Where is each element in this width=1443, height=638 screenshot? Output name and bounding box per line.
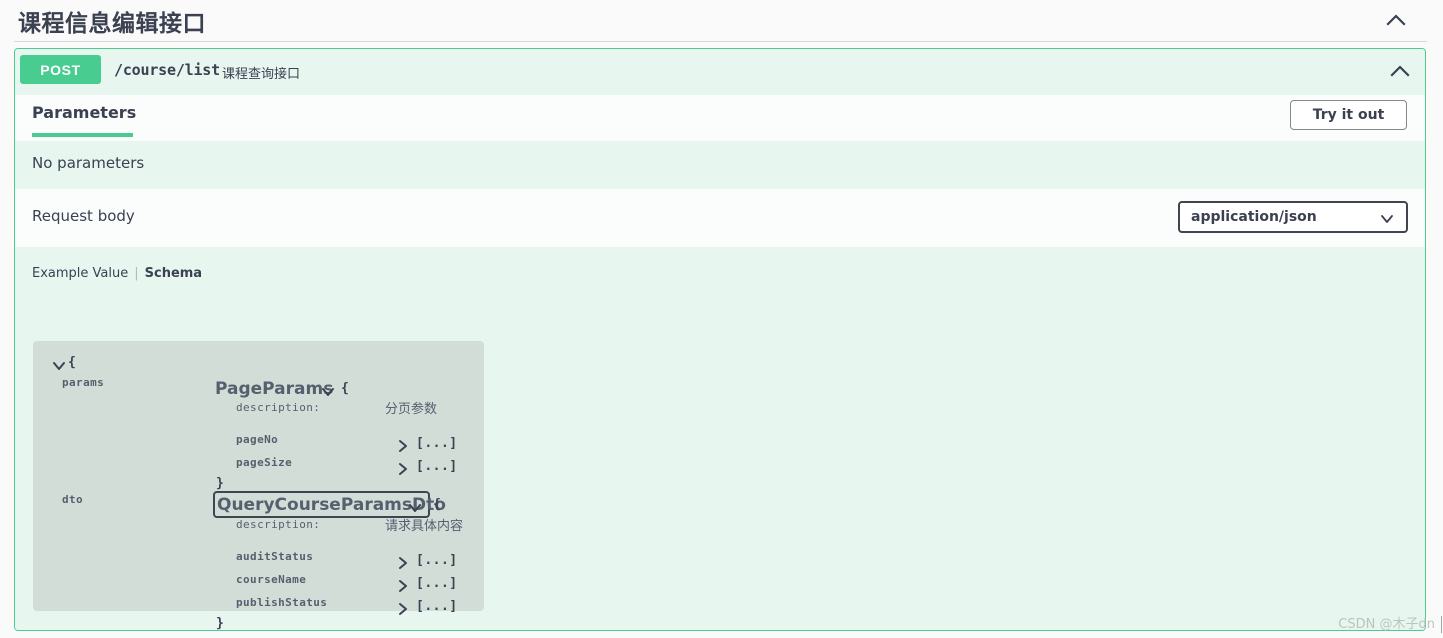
field-name-publishstatus: publishStatus	[236, 596, 328, 609]
request-body-row: Request body application/json	[15, 189, 1425, 247]
field-name-pagesize: pageSize	[236, 456, 293, 469]
chevron-right-icon[interactable]	[396, 438, 410, 452]
chevron-down-icon[interactable]	[51, 358, 67, 372]
field-name-auditstatus: auditStatus	[236, 550, 314, 563]
watermark: CSDN @木子dn	[1338, 617, 1435, 632]
schema-model-box: { params PageParams { description: 分页参数 …	[33, 341, 484, 630]
operation-path: /course/list	[114, 61, 220, 79]
dto-description-value: 请求具体内容	[385, 519, 464, 534]
field-value-coursename: [...]	[416, 576, 458, 591]
dto-open-brace: {	[433, 497, 441, 512]
http-method-badge[interactable]: POST	[20, 55, 101, 84]
page-title: 课程信息编辑接口	[18, 11, 206, 37]
text-caret	[1441, 616, 1442, 633]
tab-schema[interactable]: Schema	[145, 266, 202, 281]
parameters-tab-row: Parameters Try it out	[15, 95, 1425, 141]
tab-example-value[interactable]: Example Value	[32, 266, 128, 281]
pageparams-open-brace: {	[341, 381, 349, 396]
pageparams-description-key: description:	[236, 401, 321, 414]
field-value-auditstatus: [...]	[416, 553, 458, 568]
operation-summary-bar[interactable]: POST /course/list 课程查询接口	[15, 49, 1425, 95]
schema-area: Example Value | Schema { params PageParams	[15, 247, 1425, 630]
chevron-right-icon[interactable]	[396, 601, 410, 615]
field-name-pageno: pageNo	[236, 433, 279, 446]
field-value-pagesize: [...]	[416, 459, 458, 474]
chevron-down-icon[interactable]	[320, 384, 336, 398]
field-name-coursename: courseName	[236, 573, 307, 586]
pageparams-close-brace: }	[216, 476, 224, 491]
operation-block-post-course-list: POST /course/list 课程查询接口 Parameters Try …	[14, 48, 1426, 631]
tag-header[interactable]: 课程信息编辑接口	[0, 0, 1443, 40]
chevron-right-icon[interactable]	[396, 578, 410, 592]
dto-description-key: description:	[236, 518, 321, 531]
tab-active-underline	[32, 133, 133, 137]
no-parameters-band: No parameters	[15, 141, 1425, 189]
model-key-params: params	[62, 376, 105, 389]
content-type-select[interactable]: application/json	[1178, 201, 1408, 233]
swagger-ui-root: 课程信息编辑接口 POST /course/list 课程查询接口 Parame…	[0, 0, 1443, 638]
no-parameters-text: No parameters	[32, 154, 145, 172]
operation-body: Parameters Try it out No parameters Requ…	[15, 95, 1425, 630]
chevron-up-icon[interactable]	[1383, 8, 1409, 34]
pageparams-description-value: 分页参数	[385, 402, 438, 417]
model-name-pageparams[interactable]: PageParams	[215, 379, 333, 399]
model-key-dto: dto	[62, 493, 84, 506]
field-value-publishstatus: [...]	[416, 599, 458, 614]
chevron-down-icon	[1380, 212, 1394, 224]
chevron-down-icon[interactable]	[407, 500, 423, 514]
try-it-out-button[interactable]: Try it out	[1290, 100, 1407, 130]
field-value-pageno: [...]	[416, 436, 458, 451]
tab-parameters[interactable]: Parameters	[32, 103, 136, 132]
operation-summary-text: 课程查询接口	[222, 67, 301, 82]
tab-separator: |	[134, 266, 139, 281]
example-schema-tabs: Example Value | Schema	[32, 266, 202, 281]
chevron-right-icon[interactable]	[396, 555, 410, 569]
header-divider	[14, 41, 1427, 42]
root-open-brace: {	[68, 355, 76, 370]
dto-close-brace: }	[216, 616, 224, 631]
request-body-label: Request body	[32, 207, 135, 225]
chevron-right-icon[interactable]	[396, 461, 410, 475]
chevron-up-icon[interactable]	[1388, 61, 1412, 83]
content-type-value: application/json	[1191, 209, 1317, 225]
